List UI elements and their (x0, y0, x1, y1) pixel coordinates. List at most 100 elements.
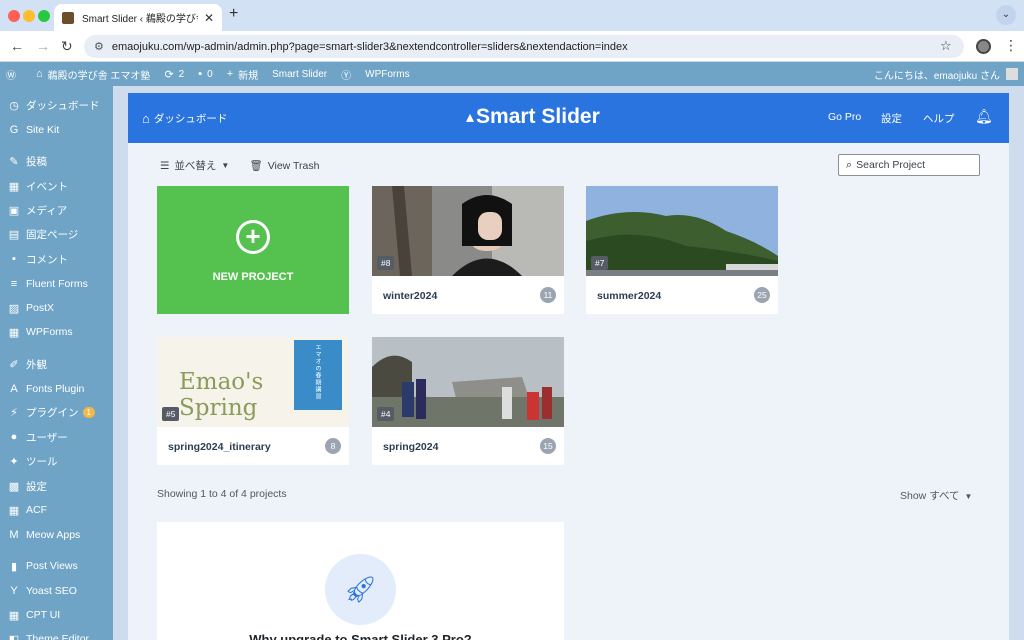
smart-slider-logo[interactable]: ▴ Smart Slider (466, 105, 600, 129)
plugin-icon: ⚡ (10, 406, 18, 419)
sidebar-item-18[interactable]: ▮ Post Views (0, 555, 113, 577)
sidebar-item-14[interactable]: ✦ ツール (0, 450, 113, 472)
site-settings-icon[interactable]: ⚙ (94, 40, 104, 53)
account-menu[interactable]: こんにちは、emaojuku さん (874, 62, 1018, 86)
greeting-text: こんにちは、emaojuku さん (873, 70, 1000, 82)
sidebar-item-label: Fonts Plugin (26, 383, 85, 395)
media-icon: ▣ (8, 204, 20, 217)
sidebar-item-0[interactable]: ◷ ダッシュボード (0, 94, 113, 116)
pin-icon: ✎ (9, 155, 19, 168)
favicon-icon (62, 11, 74, 24)
tab-search-icon[interactable]: ⌄ (996, 5, 1016, 25)
sidebar-item-11[interactable]: A Fonts Plugin (0, 378, 113, 400)
comment-bubble-icon: ▪ (198, 68, 203, 80)
sidebar-item-label: メディア (26, 204, 68, 217)
avatar (1006, 68, 1018, 80)
sidebar-item-label: Post Views (26, 560, 78, 572)
project-card-spring2024[interactable]: #4 spring2024 15 (372, 337, 564, 465)
sidebar-item-3[interactable]: ▦ イベント (0, 175, 113, 197)
close-window-icon[interactable] (8, 10, 20, 22)
sidebar-item-1[interactable]: G Site Kit (0, 119, 113, 141)
new-project-button[interactable]: + NEW PROJECT (157, 186, 349, 314)
new-content-link[interactable]: + 新規 (227, 67, 258, 82)
sidebar-item-6[interactable]: ▪ コメント (0, 248, 113, 270)
sidebar-item-9[interactable]: ▦ WPForms (0, 321, 113, 343)
sidebar-item-21[interactable]: ◧ Theme Editor (0, 628, 113, 640)
sidebar-item-label: コメント (26, 253, 68, 266)
sidebar-item-label: 投稿 (26, 155, 47, 168)
project-name: spring2024 (383, 441, 439, 453)
sidebar-item-5[interactable]: ▤ 固定ページ (0, 223, 113, 245)
show-value: すべて (929, 490, 960, 502)
sidebar-item-8[interactable]: ▨ PostX (0, 297, 113, 319)
sidebar-item-label: CPT UI (26, 609, 61, 621)
show-label: Show (900, 490, 927, 502)
yoast-bar-icon[interactable]: Ⓨ (341, 67, 351, 82)
promo-title: Why upgrade to Smart Slider 3 Pro? (249, 632, 472, 640)
sidebar-item-10[interactable]: ✐ 外観 (0, 353, 113, 375)
slide-count-badge: 8 (325, 438, 341, 454)
logo-text: Smart Slider (476, 105, 600, 128)
sidebar-item-16[interactable]: ▦ ACF (0, 499, 113, 521)
sidebar-item-4[interactable]: ▣ メディア (0, 199, 113, 221)
smart-slider-link[interactable]: Smart Slider (272, 69, 327, 80)
omnibox[interactable]: ⚙ emaojuku.com/wp-admin/admin.php?page=s… (84, 35, 964, 58)
sort-label: 並べ替え (174, 160, 217, 172)
update-count-badge: 1 (82, 406, 95, 418)
sidebar-item-17[interactable]: M Meow Apps (0, 524, 113, 546)
fonts-icon: A (10, 383, 18, 395)
browser-tab[interactable]: Smart Slider ‹ 鵜殿の学び舎 エマオ塾 ✕ (54, 4, 222, 31)
sort-dropdown[interactable]: ☰ 並べ替え ▼ (160, 158, 229, 173)
sidebar-item-13[interactable]: ● ユーザー (0, 426, 113, 448)
sidebar-item-20[interactable]: ▦ CPT UI (0, 604, 113, 626)
view-trash-link[interactable]: 🗑︎ View Trash (249, 159, 319, 173)
smart-slider-header: ⌂ ダッシュボード ▴ Smart Slider Go Pro 設定 ヘルプ 🔔︎ (128, 93, 1009, 143)
notification-bell-icon[interactable]: 🔔︎ (975, 108, 993, 125)
bookmark-star-icon[interactable]: ☆ (940, 38, 952, 54)
browser-menu-icon[interactable]: ⋮ (1004, 37, 1018, 54)
thumbnail-vertical-banner: エマオの春期講習 (294, 340, 342, 410)
search-icon: ⌕ (846, 158, 853, 171)
new-tab-icon[interactable]: + (229, 5, 238, 23)
page-icon: ▤ (8, 228, 20, 241)
sidebar-item-15[interactable]: ▩ 設定 (0, 475, 113, 497)
settings-link[interactable]: 設定 (881, 111, 902, 126)
search-placeholder: Search Project (856, 159, 926, 171)
admin-sidebar: ◷ ダッシュボード G Site Kit ✎ 投稿 ▦ イベント ▣ メディア ▤ 固定ページ ▪ コメン… (0, 86, 113, 640)
forward-icon[interactable]: → (36, 38, 50, 54)
slide-count-badge: 25 (754, 287, 770, 303)
close-tab-icon[interactable]: ✕ (204, 11, 214, 25)
updates-link[interactable]: ⟳ 2 (164, 68, 184, 81)
profile-avatar[interactable] (976, 39, 991, 54)
sidebar-item-19[interactable]: Y Yoast SEO (0, 580, 113, 602)
sidebar-item-7[interactable]: ≡ Fluent Forms (0, 273, 113, 295)
minimize-window-icon[interactable] (23, 10, 35, 22)
project-id-badge: #4 (377, 407, 395, 421)
wordpress-logo-icon[interactable]: Ⓦ (6, 67, 16, 82)
maximize-window-icon[interactable] (38, 10, 50, 22)
sidebar-item-label: イベント (26, 180, 68, 193)
slide-count-badge: 11 (540, 287, 556, 303)
back-icon[interactable]: ← (10, 38, 24, 54)
reload-icon[interactable]: ↻ (61, 38, 73, 55)
project-card-spring2024-itinerary[interactable]: Emao's Spring エマオの春期講習 #5 spring2024_iti… (157, 337, 349, 465)
show-count-dropdown[interactable]: Show すべて ▼ (900, 488, 972, 503)
url-text: emaojuku.com/wp-admin/admin.php?page=sma… (111, 40, 628, 53)
help-link[interactable]: ヘルプ (923, 111, 955, 126)
wp-admin-bar: Ⓦ ⌂ 鵜殿の学び舎 エマオ塾 ⟳ 2 ▪ 0 + 新規 Smart Slider Ⓨ … (0, 62, 1024, 86)
main-content: ⌂ ダッシュボード ▴ Smart Slider Go Pro 設定 ヘルプ 🔔︎ … (113, 86, 1024, 640)
comments-count: 0 (207, 68, 213, 80)
sidebar-item-label: 外観 (26, 358, 47, 371)
site-name-link[interactable]: ⌂ 鵜殿の学び舎 エマオ塾 (36, 67, 150, 82)
project-name: spring2024_itinerary (168, 441, 271, 453)
wpforms-link[interactable]: WPForms (365, 69, 409, 80)
project-card-summer2024[interactable]: #7 summer2024 25 (586, 186, 778, 314)
search-input[interactable]: ⌕ Search Project (838, 154, 980, 176)
go-pro-link[interactable]: Go Pro (828, 111, 861, 123)
dashboard-link[interactable]: ⌂ ダッシュボード (142, 111, 227, 126)
project-id-badge: #8 (377, 256, 395, 270)
sidebar-item-12[interactable]: ⚡ プラグイン 1 (0, 401, 113, 423)
comments-link[interactable]: ▪ 0 (198, 68, 212, 80)
project-card-winter2024[interactable]: #8 winter2024 11 (372, 186, 564, 314)
sidebar-item-2[interactable]: ✎ 投稿 (0, 150, 113, 172)
